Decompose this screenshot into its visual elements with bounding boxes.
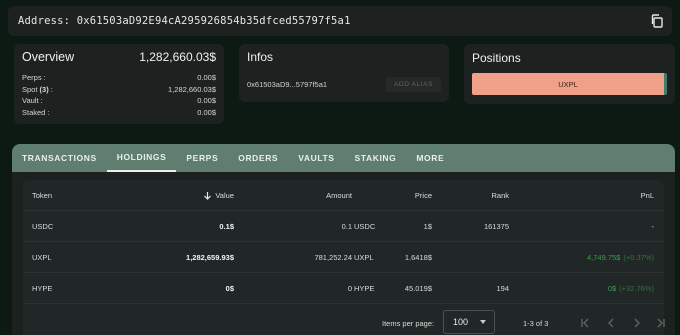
row-pnl-value: 4,749.75$ bbox=[586, 253, 621, 262]
table-row[interactable]: UXPL 1,282,659.93$ 781,252.24 UXPL 1.641… bbox=[23, 242, 664, 273]
position-bar-uxpl[interactable]: UXPL bbox=[472, 73, 667, 95]
infos-card: Infos 0x61503aD9...5797f5a1 ADD ALIAS bbox=[239, 44, 449, 102]
row-price: 1.6418$ bbox=[404, 253, 432, 262]
row-pnl: 4,749.75$ (+0.37%) bbox=[587, 242, 654, 273]
page-range: 1-3 of 3 bbox=[523, 319, 549, 328]
holdings-table: Token Value Amount Price Rank PnL USDC 0… bbox=[23, 180, 667, 335]
header-rank[interactable]: Rank bbox=[491, 180, 509, 211]
row-rank: 194 bbox=[496, 284, 509, 293]
row-pnl-percent: (+0.37%) bbox=[623, 253, 654, 262]
header-amount[interactable]: Amount bbox=[326, 180, 352, 211]
position-bar-label: UXPL bbox=[558, 79, 578, 89]
row-rank: 161375 bbox=[483, 222, 509, 231]
row-value: 0.1$ bbox=[219, 222, 234, 231]
row-token: USDC bbox=[32, 222, 54, 231]
row-amount: 0 bbox=[347, 284, 352, 293]
row-amount: 0.1 bbox=[341, 222, 352, 231]
address-bar: Address: 0x61503aD92E94cA295926854b35dfc… bbox=[8, 6, 672, 36]
overview-row-perps: Perps :0.00$ bbox=[22, 73, 216, 82]
tab-transactions[interactable]: TRANSACTIONS bbox=[12, 144, 107, 172]
infos-title: Infos bbox=[247, 50, 274, 64]
row-pnl: 0$ (+32.76%) bbox=[608, 273, 654, 304]
table-header: Token Value Amount Price Rank PnL bbox=[23, 180, 664, 211]
positions-card: Positions UXPL bbox=[464, 44, 675, 104]
tab-orders[interactable]: ORDERS bbox=[228, 144, 288, 172]
row-amount: 781,252.24 bbox=[314, 253, 352, 262]
items-per-page-label: Items per page: bbox=[382, 319, 435, 328]
holdings-panel: Token Value Amount Price Rank PnL USDC 0… bbox=[12, 172, 675, 335]
first-page-icon[interactable] bbox=[579, 317, 591, 329]
tab-perps[interactable]: PERPS bbox=[176, 144, 228, 172]
tab-more[interactable]: MORE bbox=[406, 144, 454, 172]
table-row[interactable]: HYPE 0$ 0 HYPE 45.019$ 194 0$ (+32.76%) bbox=[23, 273, 664, 304]
row-token: HYPE bbox=[32, 284, 53, 293]
copy-icon[interactable] bbox=[650, 14, 664, 28]
header-pnl[interactable]: PnL bbox=[641, 180, 654, 211]
prev-page-icon[interactable] bbox=[605, 317, 617, 329]
row-unit: USDC bbox=[354, 222, 376, 231]
overview-row-spot: Spot (3) :1,282,660.03$ bbox=[22, 84, 216, 94]
row-pnl-value: 0$ bbox=[607, 284, 617, 293]
short-address: 0x61503aD9...5797f5a1 bbox=[247, 80, 328, 89]
arrow-down-icon bbox=[204, 192, 212, 200]
row-unit: UXPL bbox=[354, 253, 374, 262]
overview-card: Overview 1,282,660.03$ Perps :0.00$ Spot… bbox=[14, 44, 224, 124]
overview-row-staked: Staked :0.00$ bbox=[22, 107, 216, 117]
row-pnl: - bbox=[651, 222, 655, 231]
overview-row-vault: Vault :0.00$ bbox=[22, 96, 216, 105]
row-unit: HYPE bbox=[354, 284, 375, 293]
add-alias-button[interactable]: ADD ALIAS bbox=[386, 77, 441, 92]
tab-vaults[interactable]: VAULTS bbox=[288, 144, 344, 172]
row-price: 45.019$ bbox=[404, 284, 432, 293]
overview-title: Overview bbox=[22, 50, 75, 64]
row-token: UXPL bbox=[32, 253, 52, 262]
caret-down-icon bbox=[480, 320, 486, 324]
header-value[interactable]: Value bbox=[203, 180, 234, 211]
next-page-icon[interactable] bbox=[631, 317, 643, 329]
header-price[interactable]: Price bbox=[415, 180, 432, 211]
pagination-bar: Items per page: 100 1-3 of 3 bbox=[23, 310, 667, 335]
tab-staking[interactable]: STAKING bbox=[345, 144, 407, 172]
last-page-icon[interactable] bbox=[655, 317, 667, 329]
row-pnl-percent: (+32.76%) bbox=[619, 284, 654, 293]
positions-title: Positions bbox=[472, 51, 521, 65]
overview-total: 1,282,660.03$ bbox=[139, 50, 216, 64]
items-per-page-select[interactable]: 100 bbox=[443, 310, 495, 334]
header-token[interactable]: Token bbox=[32, 180, 52, 211]
table-row[interactable]: USDC 0.1$ 0.1 USDC 1$ 161375 - bbox=[23, 211, 664, 242]
tab-holdings[interactable]: HOLDINGS bbox=[106, 144, 177, 172]
row-value: 1,282,659.93$ bbox=[186, 253, 234, 262]
row-price: 1$ bbox=[423, 222, 432, 231]
address-text: Address: 0x61503aD92E94cA295926854b35dfc… bbox=[18, 15, 351, 27]
row-value: 0$ bbox=[225, 284, 234, 293]
tab-bar: TRANSACTIONS HOLDINGS PERPS ORDERS VAULT… bbox=[12, 144, 675, 172]
